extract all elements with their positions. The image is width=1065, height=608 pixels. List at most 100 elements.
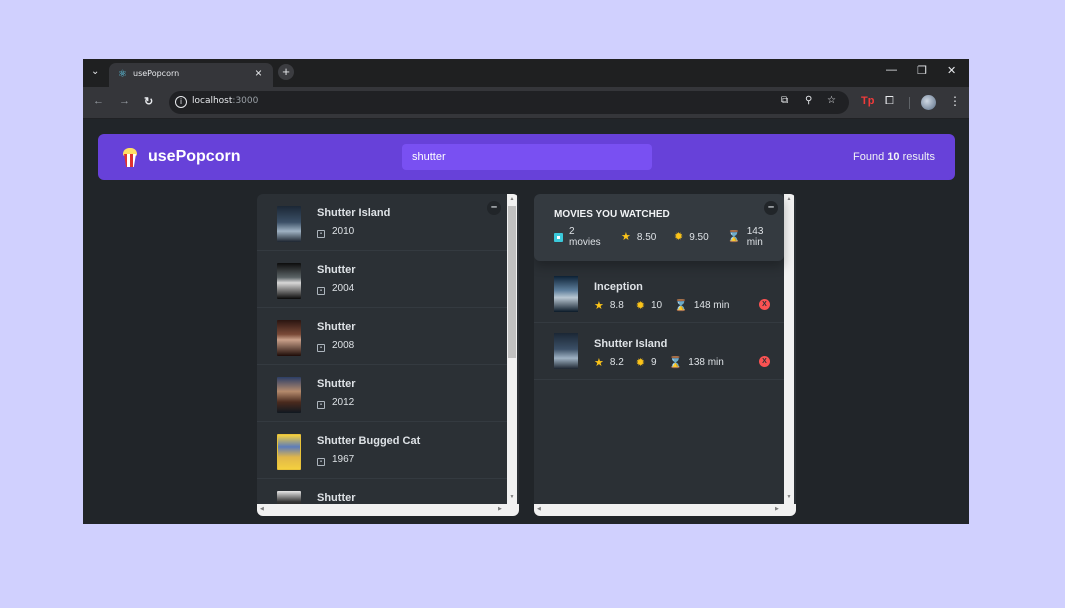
star-icon: ★ <box>594 357 604 369</box>
forward-icon[interactable]: → <box>119 95 130 107</box>
movie-title: Inception <box>594 281 643 293</box>
zoom-icon[interactable]: ⚲ <box>805 95 812 106</box>
movie-poster <box>277 206 301 242</box>
app-navbar: usePopcorn Found 10 results <box>98 134 955 180</box>
url-text[interactable]: localhost:3000 <box>192 96 258 106</box>
browser-toolbar: ← → ↻ i localhost:3000 ⧉ ⚲ ☆ <box>83 87 969 119</box>
hourglass-icon: ⌛ <box>674 300 688 312</box>
horizontal-scrollbar[interactable]: ◀ ▶ <box>534 504 796 516</box>
install-app-icon[interactable]: ⧉ <box>781 95 788 106</box>
browser-window: ⌄ ⚛ usePopcorn × + — ❐ ✕ ← → ↻ i localho… <box>83 59 969 524</box>
calendar-icon: ▪ <box>317 401 325 409</box>
movie-title: Shutter Bugged Cat <box>317 435 421 447</box>
scroll-left-icon: ◀ <box>260 506 264 512</box>
movie-title: Shutter <box>317 378 356 390</box>
address-bar[interactable]: i localhost:3000 ⧉ ⚲ ☆ <box>169 91 849 114</box>
collapse-toggle-button[interactable]: – <box>487 201 501 215</box>
menu-kebab-icon[interactable]: ⋮ <box>949 94 961 108</box>
scroll-down-icon: ▼ <box>509 494 515 500</box>
calendar-icon: ▪ <box>317 344 325 352</box>
tab-strip: ⌄ ⚛ usePopcorn × + — ❐ ✕ <box>83 59 969 87</box>
movie-year: ▪ 2010 <box>317 226 354 238</box>
calendar-icon: ▪ <box>317 287 325 295</box>
movie-year: ▪ 1967 <box>317 454 354 466</box>
tab-title: usePopcorn <box>133 69 180 78</box>
summary-count: 2 movies <box>554 226 601 248</box>
movie-year: ▪ 2012 <box>317 397 354 409</box>
list-item: Inception ★ 8.8 ✹ 10 ⌛ 148 min X <box>534 266 784 323</box>
scroll-up-icon: ▲ <box>786 196 792 202</box>
restore-icon[interactable]: ❐ <box>917 64 927 77</box>
list-item[interactable]: Shutter ▪ 2008 <box>257 308 507 365</box>
scroll-up-icon: ▲ <box>509 196 515 202</box>
delete-button[interactable]: X <box>759 356 770 367</box>
movie-poster <box>277 377 301 413</box>
list-item[interactable]: Shutter Island ▪ 2010 <box>257 194 507 251</box>
star-icon: ★ <box>621 231 631 243</box>
hourglass-icon: ⌛ <box>668 357 683 369</box>
scroll-right-icon: ▶ <box>498 506 502 512</box>
tab-usepopcorn[interactable]: ⚛ usePopcorn × <box>109 63 273 87</box>
results-count: Found 10 results <box>853 151 935 163</box>
list-item: Shutter Island ★ 8.2 ✹ 9 ⌛ 138 min X <box>534 323 784 380</box>
movie-title: Shutter <box>317 264 356 276</box>
popcorn-icon <box>122 147 138 167</box>
search-results-box: – Shutter Island ▪ 2010 Shutter ▪ 2004 Shu… <box>257 194 519 516</box>
movie-stats: ★ 8.2 ✹ 9 ⌛ 138 min <box>594 357 724 369</box>
tp-extension-icon[interactable]: Tp <box>861 95 874 107</box>
movie-poster <box>277 434 301 470</box>
new-tab-button[interactable]: + <box>278 64 294 80</box>
scrollbar-thumb[interactable] <box>508 206 516 358</box>
profile-avatar[interactable] <box>921 95 936 110</box>
list-item[interactable]: Shutter ▪ 2004 <box>257 251 507 308</box>
sun-icon: ✹ <box>674 231 684 243</box>
list-item[interactable]: Shutter Bugged Cat ▪ 1967 <box>257 422 507 479</box>
watched-summary: MOVIES YOU WATCHED 2 movies ★ 8.50 ✹ 9.50 ⌛… <box>534 194 784 261</box>
hourglass-icon: ⌛ <box>727 230 741 243</box>
scroll-right-icon: ▶ <box>775 506 779 512</box>
bookmark-star-icon[interactable]: ☆ <box>827 95 836 106</box>
toolbar-divider <box>909 97 910 109</box>
movie-title: Shutter Island <box>317 207 391 219</box>
tab-close-icon[interactable]: × <box>255 66 262 80</box>
movie-title: Shutter <box>317 321 356 333</box>
movie-title: Shutter <box>317 492 356 504</box>
summary-heading: MOVIES YOU WATCHED <box>554 209 670 220</box>
extensions-puzzle-icon[interactable]: ⧠ <box>885 95 894 108</box>
logo-text: usePopcorn <box>148 148 241 165</box>
site-info-icon[interactable]: i <box>175 96 187 108</box>
hashtag-icon <box>554 232 563 242</box>
search-input[interactable] <box>402 144 652 170</box>
reload-icon[interactable]: ↻ <box>144 95 153 108</box>
vertical-scrollbar[interactable]: ▲ ▼ <box>507 194 517 504</box>
minimize-icon[interactable]: — <box>886 64 897 76</box>
scroll-left-icon: ◀ <box>537 506 541 512</box>
list-item[interactable]: Shutter ▪ 2012 <box>257 365 507 422</box>
sun-icon: ✹ <box>635 300 645 312</box>
movie-poster <box>554 333 578 369</box>
tab-search-icon[interactable]: ⌄ <box>91 66 99 77</box>
movie-poster <box>277 263 301 299</box>
scroll-down-icon: ▼ <box>786 494 792 500</box>
collapse-toggle-button[interactable]: – <box>764 201 778 215</box>
movie-poster <box>554 276 578 312</box>
delete-button[interactable]: X <box>759 299 770 310</box>
close-window-icon[interactable]: ✕ <box>947 64 956 77</box>
watched-box: – MOVIES YOU WATCHED 2 movies ★ 8.50 ✹ 9.50… <box>534 194 796 516</box>
watched-list: Inception ★ 8.8 ✹ 10 ⌛ 148 min X Shutter Is… <box>534 266 784 380</box>
horizontal-scrollbar[interactable]: ◀ ▶ <box>257 504 519 516</box>
summary-runtime: ⌛ 143 min <box>727 226 764 248</box>
star-icon: ★ <box>594 300 604 312</box>
back-icon[interactable]: ← <box>93 95 104 107</box>
logo: usePopcorn <box>122 147 240 167</box>
movie-stats: ★ 8.8 ✹ 10 ⌛ 148 min <box>594 300 730 312</box>
calendar-icon: ▪ <box>317 230 325 238</box>
movie-poster <box>277 320 301 356</box>
vertical-scrollbar[interactable]: ▲ ▼ <box>784 194 794 504</box>
summary-user-rating: ✹ 9.50 <box>674 231 709 244</box>
movie-title: Shutter Island <box>594 338 668 350</box>
movie-year: ▪ 2008 <box>317 340 354 352</box>
react-favicon-icon: ⚛ <box>118 69 127 80</box>
movie-list: Shutter Island ▪ 2010 Shutter ▪ 2004 Shutt… <box>257 194 507 516</box>
movie-year: ▪ 2004 <box>317 283 354 295</box>
